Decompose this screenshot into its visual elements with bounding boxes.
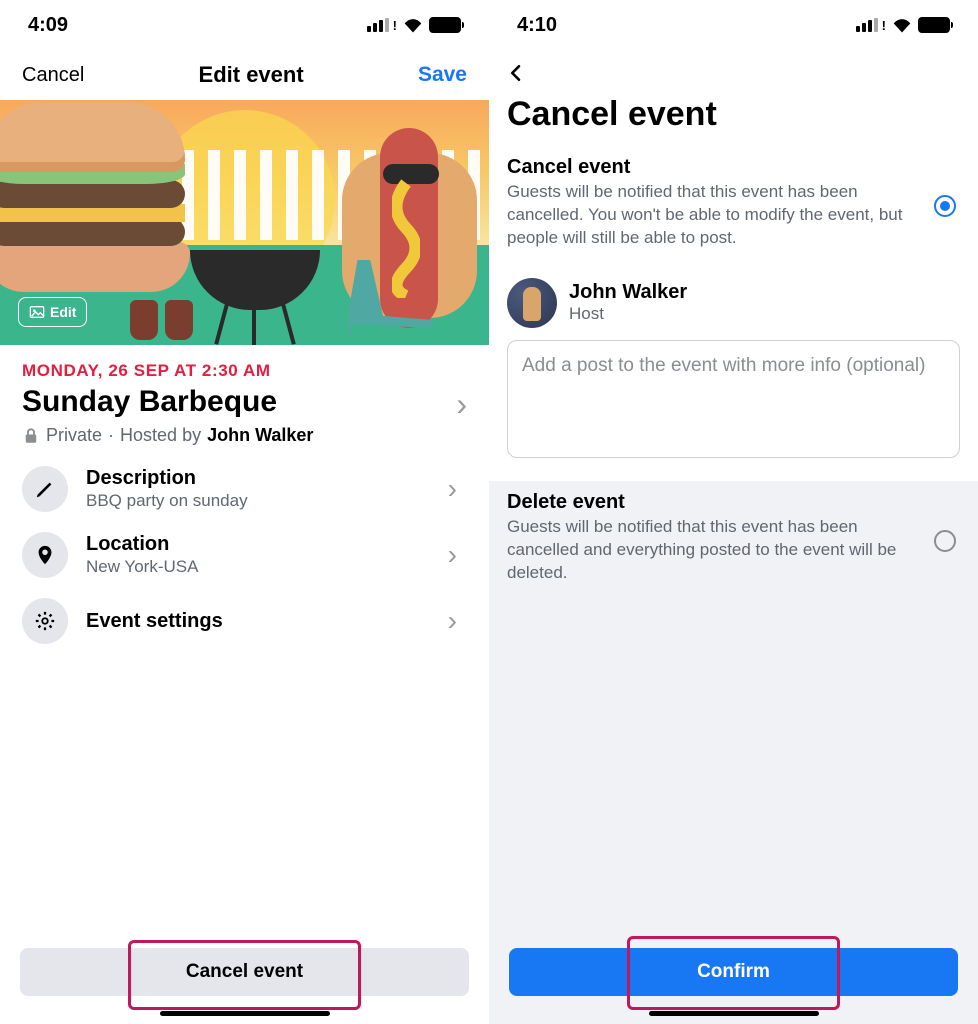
event-cover[interactable]: Edit <box>0 100 489 345</box>
gear-icon <box>22 598 68 644</box>
pencil-icon <box>22 466 68 512</box>
settings-rows: Description BBQ party on sunday › Locati… <box>0 454 489 654</box>
chevron-right-icon: › <box>448 539 467 571</box>
home-indicator[interactable] <box>649 1011 819 1016</box>
option-cancel-event[interactable]: Cancel event Guests will be notified tha… <box>489 146 978 266</box>
signal-alert-icon: ! <box>393 18 397 33</box>
status-icons: ! <box>856 17 950 33</box>
signal-icon <box>367 18 389 32</box>
lock-icon <box>22 427 40 445</box>
status-time: 4:09 <box>28 14 68 37</box>
chevron-left-icon <box>507 64 525 82</box>
page-title: Cancel event <box>489 89 978 146</box>
radio-delete-unselected[interactable] <box>934 530 956 552</box>
event-details[interactable]: MONDAY, 26 SEP AT 2:30 AM Sunday Barbequ… <box>0 345 489 454</box>
signal-alert-icon: ! <box>882 18 886 33</box>
host-block: John Walker Host <box>489 266 978 481</box>
row-event-settings[interactable]: Event settings › <box>10 588 479 654</box>
back-button[interactable] <box>489 50 978 89</box>
status-bar: 4:10 ! <box>489 0 978 50</box>
cancel-event-button[interactable]: Cancel event <box>20 948 469 996</box>
home-indicator[interactable] <box>160 1011 330 1016</box>
chevron-right-icon: › <box>448 473 467 505</box>
battery-icon <box>918 17 950 33</box>
edit-cover-button[interactable]: Edit <box>18 297 87 327</box>
signal-icon <box>856 18 878 32</box>
nav-save[interactable]: Save <box>418 63 467 87</box>
screen-cancel-event: 4:10 ! Cancel event Cancel event Guests … <box>489 0 978 1024</box>
wifi-icon <box>892 17 912 33</box>
cancel-post-input[interactable] <box>507 340 960 458</box>
row-description[interactable]: Description BBQ party on sunday › <box>10 456 479 522</box>
host-avatar[interactable] <box>507 278 557 328</box>
status-time: 4:10 <box>517 14 557 37</box>
option-delete-event[interactable]: Delete event Guests will be notified tha… <box>489 481 978 601</box>
status-bar: 4:09 ! <box>0 0 489 50</box>
event-date: MONDAY, 26 SEP AT 2:30 AM <box>22 361 467 381</box>
image-icon <box>29 304 45 320</box>
nav-title: Edit event <box>199 62 304 88</box>
event-title: Sunday Barbeque <box>22 385 467 419</box>
privacy-row: Private · Hosted by John Walker <box>22 425 467 446</box>
confirm-button[interactable]: Confirm <box>509 948 958 996</box>
chevron-right-icon: › <box>456 386 467 423</box>
nav-header: Cancel Edit event Save <box>0 50 489 100</box>
radio-cancel-selected[interactable] <box>934 195 956 217</box>
location-pin-icon <box>22 532 68 578</box>
screen-edit-event: 4:09 ! Cancel Edit event Save <box>0 0 489 1024</box>
wifi-icon <box>403 17 423 33</box>
status-icons: ! <box>367 17 461 33</box>
row-location[interactable]: Location New York-USA › <box>10 522 479 588</box>
battery-icon <box>429 17 461 33</box>
nav-cancel[interactable]: Cancel <box>22 64 84 87</box>
chevron-right-icon: › <box>448 605 467 637</box>
